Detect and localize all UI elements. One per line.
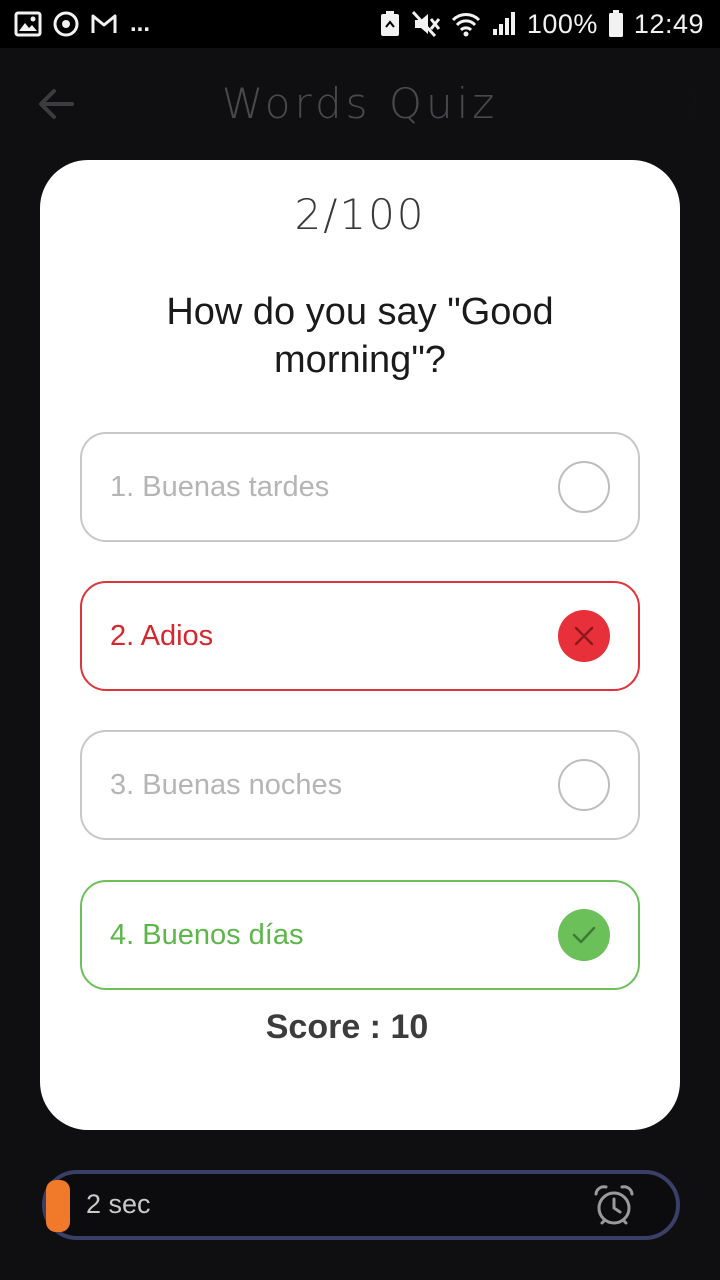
- question-counter: 2/100: [294, 190, 426, 239]
- check-icon: [558, 909, 610, 961]
- status-bar: ... 100% 12:49: [0, 0, 720, 48]
- battery-percent: 100%: [526, 8, 598, 39]
- answer-option-label: 1. Buenas tardes: [110, 470, 330, 503]
- battery-icon: [608, 10, 624, 38]
- recycle-icon: [379, 10, 401, 38]
- mute-icon: [411, 10, 441, 38]
- answer-option-4[interactable]: 4. Buenos días: [80, 880, 640, 990]
- status-right: 100% 12:49: [379, 9, 704, 40]
- score-label: Score : 10: [265, 1008, 429, 1046]
- alarm-clock-icon: [594, 1185, 634, 1225]
- wifi-icon: [451, 11, 481, 37]
- answer-option-3[interactable]: 3. Buenas noches: [80, 730, 640, 840]
- question-text: How do you say "Good morning"?: [166, 291, 554, 381]
- answer-option-label: 2. Adios: [110, 619, 214, 652]
- timer-bar: 2 sec: [42, 1170, 680, 1240]
- answer-option-1[interactable]: 1. Buenas tardes: [80, 432, 640, 542]
- timer-text: 2 sec: [86, 1189, 151, 1219]
- timer-icon: [52, 10, 80, 38]
- radio-empty-icon: [558, 461, 610, 513]
- clock: 12:49: [633, 8, 704, 39]
- signal-icon: [491, 11, 517, 37]
- status-left: ...: [14, 10, 150, 38]
- gmail-icon: [90, 12, 118, 36]
- page-title: Words Quiz: [221, 78, 499, 128]
- answer-option-label: 3. Buenas noches: [110, 768, 343, 801]
- moon-icon: [658, 82, 696, 122]
- arrow-left-icon: [39, 89, 74, 119]
- answer-option-label: 4. Buenos días: [110, 918, 304, 951]
- radio-empty-icon: [558, 759, 610, 811]
- app-bar: Words Quiz: [0, 48, 720, 158]
- theme-toggle-button[interactable]: [654, 78, 702, 130]
- wrong-x-icon: [558, 610, 610, 662]
- more-notifications: ...: [130, 10, 151, 37]
- gallery-icon: [14, 11, 42, 37]
- answer-option-2[interactable]: 2. Adios: [80, 581, 640, 691]
- timer-progress-fill: [46, 1180, 70, 1232]
- back-button[interactable]: [36, 84, 76, 124]
